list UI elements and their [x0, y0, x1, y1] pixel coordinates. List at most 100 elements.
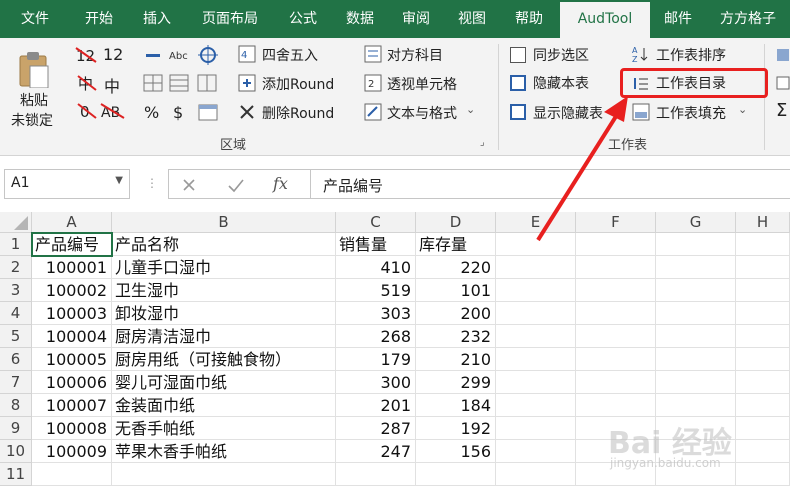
table-cell[interactable]: 192 [416, 417, 496, 440]
row-header[interactable]: 10 [0, 440, 32, 463]
table-cell[interactable]: 卫生湿巾 [112, 279, 336, 302]
hide-sheet-button[interactable]: 隐藏本表 [533, 73, 589, 93]
empty-cell[interactable] [496, 371, 576, 394]
chevron-down-icon[interactable]: ⌄ [466, 103, 475, 116]
strike-zero-icon[interactable]: 0 [76, 100, 98, 122]
tab-insert[interactable]: 插入 [128, 0, 186, 38]
row-header[interactable]: 2 [0, 256, 32, 279]
dialog-launcher-icon[interactable]: ⌟ [480, 137, 485, 148]
sync-select-label[interactable]: 同步选区 [533, 45, 589, 65]
empty-cell[interactable] [736, 371, 790, 394]
table-cell[interactable]: 247 [336, 440, 416, 463]
empty-cell[interactable] [736, 279, 790, 302]
pivot-icon[interactable]: 2 [364, 74, 382, 92]
target-icon[interactable] [197, 44, 219, 66]
tab-fangfang[interactable]: 方方格子 [706, 0, 790, 38]
show-hidden-icon[interactable] [510, 104, 526, 120]
empty-cell[interactable] [656, 279, 736, 302]
row-header[interactable]: 5 [0, 325, 32, 348]
empty-cell[interactable] [496, 325, 576, 348]
empty-cell[interactable] [576, 348, 656, 371]
minus-icon[interactable] [143, 46, 163, 64]
sync-select-checkbox[interactable] [510, 47, 526, 63]
empty-cell[interactable] [736, 302, 790, 325]
column-header-d[interactable]: D [416, 212, 496, 233]
sum-icon[interactable]: Σ [776, 100, 787, 121]
pivot-cell-button[interactable]: 透视单元格 [387, 74, 457, 94]
table-cell[interactable]: 287 [336, 417, 416, 440]
table-cell[interactable]: 200 [416, 302, 496, 325]
table-cell[interactable]: 100001 [32, 256, 112, 279]
tab-data[interactable]: 数据 [332, 0, 388, 38]
zhong-button[interactable]: 中 [104, 73, 120, 97]
confirm-check-icon[interactable] [227, 177, 245, 193]
row-header[interactable]: 7 [0, 371, 32, 394]
text-format-icon[interactable] [364, 103, 382, 121]
table-cell[interactable]: 苹果木香手帕纸 [112, 440, 336, 463]
delete-round-button[interactable]: 删除Round [262, 103, 334, 123]
empty-cell[interactable] [576, 325, 656, 348]
column-header-f[interactable]: F [576, 212, 656, 233]
table-cell[interactable]: 232 [416, 325, 496, 348]
abc-case-icon[interactable]: Abc [169, 46, 191, 64]
row-header[interactable]: 11 [0, 463, 32, 486]
empty-cell[interactable] [736, 233, 790, 256]
empty-cell[interactable] [576, 394, 656, 417]
empty-cell[interactable] [736, 256, 790, 279]
table-cell[interactable]: 厨房用纸（可接触食物） [112, 348, 336, 371]
empty-cell[interactable] [656, 302, 736, 325]
empty-cell[interactable] [496, 233, 576, 256]
column-header-a[interactable]: A [32, 212, 112, 233]
show-hidden-button[interactable]: 显示隐藏表 [533, 103, 603, 123]
tab-file[interactable]: 文件 [0, 0, 70, 38]
column-header-h[interactable]: H [736, 212, 790, 233]
empty-cell[interactable] [496, 256, 576, 279]
currency-icon[interactable]: $ [170, 102, 190, 122]
calendar-icon[interactable] [197, 102, 219, 122]
chevron-down-icon-2[interactable]: ⌄ [738, 103, 747, 116]
table-cell[interactable]: 卸妆湿巾 [112, 302, 336, 325]
empty-cell[interactable] [736, 417, 790, 440]
row-header[interactable]: 4 [0, 302, 32, 325]
table-cell[interactable]: 儿童手口湿巾 [112, 256, 336, 279]
table-cell[interactable]: 201 [336, 394, 416, 417]
header-cell[interactable]: 产品名称 [112, 233, 336, 256]
empty-cell[interactable] [336, 463, 416, 486]
round-icon[interactable]: 4 [238, 45, 256, 63]
table-cell[interactable]: 519 [336, 279, 416, 302]
column-header-b[interactable]: B [112, 212, 336, 233]
more-icon-2[interactable] [776, 74, 790, 92]
empty-cell[interactable] [576, 279, 656, 302]
add-round-button[interactable]: 添加Round [262, 74, 334, 94]
percent-icon[interactable]: % [143, 102, 163, 122]
empty-cell[interactable] [656, 233, 736, 256]
table-cell[interactable]: 婴儿可湿面巾纸 [112, 371, 336, 394]
row-header[interactable]: 6 [0, 348, 32, 371]
tab-review[interactable]: 审阅 [388, 0, 444, 38]
insert-function-icon[interactable]: fx [273, 174, 288, 193]
strike-zhong-icon[interactable]: 中 [76, 72, 98, 94]
table-cell[interactable]: 300 [336, 371, 416, 394]
table-cell[interactable]: 100003 [32, 302, 112, 325]
empty-cell[interactable] [496, 417, 576, 440]
tab-view[interactable]: 视图 [444, 0, 500, 38]
tab-page-layout[interactable]: 页面布局 [186, 0, 274, 38]
round-button-label[interactable]: 四舍五入 [262, 45, 318, 65]
sort-az-icon[interactable]: AZ [632, 45, 650, 64]
empty-cell[interactable] [736, 325, 790, 348]
empty-cell[interactable] [656, 394, 736, 417]
empty-cell[interactable] [656, 371, 736, 394]
column-header-g[interactable]: G [656, 212, 736, 233]
fill-sheet-icon[interactable] [632, 103, 650, 121]
table-cell[interactable]: 303 [336, 302, 416, 325]
grid-icon-1[interactable] [143, 74, 163, 92]
tab-mail[interactable]: 邮件 [652, 0, 704, 38]
empty-cell[interactable] [656, 256, 736, 279]
empty-cell[interactable] [496, 302, 576, 325]
empty-cell[interactable] [656, 348, 736, 371]
empty-cell[interactable] [416, 463, 496, 486]
name-box[interactable]: A1 ▼ [4, 169, 130, 199]
row-header[interactable]: 8 [0, 394, 32, 417]
table-cell[interactable]: 100009 [32, 440, 112, 463]
table-cell[interactable]: 156 [416, 440, 496, 463]
